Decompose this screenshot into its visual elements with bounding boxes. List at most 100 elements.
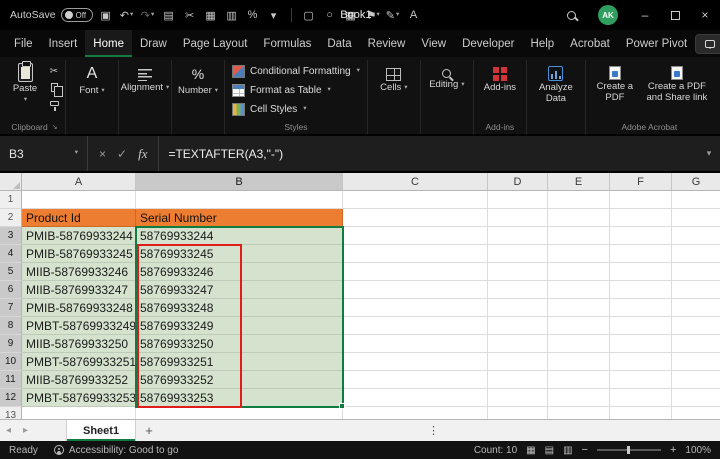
select-all-corner[interactable] [0, 173, 22, 191]
row-header-10[interactable]: 10 [0, 353, 22, 371]
cell-B9[interactable]: 58769933250 [136, 335, 343, 353]
row-4-cells[interactable] [343, 245, 720, 263]
row-12-cells[interactable] [343, 389, 720, 407]
column-header-C[interactable]: C [343, 173, 488, 191]
comments-button[interactable]: Comments [695, 34, 720, 54]
tab-draw[interactable]: Draw [132, 30, 175, 57]
cell-B13[interactable] [136, 407, 343, 419]
keyboard-qat-icon[interactable]: ▥ [224, 6, 240, 24]
row-6-cells[interactable] [343, 281, 720, 299]
add-ins-button[interactable]: Add-ins [477, 60, 523, 94]
font-button[interactable]: A Font▾ [69, 60, 115, 97]
row-header-11[interactable]: 11 [0, 371, 22, 389]
row-header-2[interactable]: 2 [0, 209, 22, 227]
accessibility-status[interactable]: Accessibility: Good to go [54, 445, 179, 456]
clipboard-qat-icon[interactable]: ▤ [161, 6, 177, 24]
row-header-5[interactable]: 5 [0, 263, 22, 281]
undo-icon[interactable]: ↶▾ [119, 6, 135, 24]
cell-A8[interactable]: PMBT-58769933249 [22, 317, 136, 335]
tab-formulas[interactable]: Formulas [255, 30, 319, 57]
normal-view-icon[interactable]: ▦ [526, 445, 535, 456]
row-1-cells[interactable] [343, 191, 720, 209]
zoom-level[interactable]: 100% [685, 445, 711, 456]
row-8-cells[interactable] [343, 317, 720, 335]
cell-B7[interactable]: 58769933248 [136, 299, 343, 317]
row-header-1[interactable]: 1 [0, 191, 22, 209]
create-pdf-share-button[interactable]: Create a PDF and Share link [644, 60, 710, 104]
paste-button[interactable]: Paste ▾ [7, 60, 43, 103]
tab-data[interactable]: Data [319, 30, 359, 57]
workbook-title-area[interactable]: Book1 ▾ [340, 9, 379, 21]
formula-input[interactable]: =TEXTAFTER(A3,"-") [159, 136, 698, 171]
sheet-nav-left-icon[interactable]: ◂ [0, 420, 17, 441]
row-10-cells[interactable] [343, 353, 720, 371]
cell-A12[interactable]: PMBT-58769933253 [22, 389, 136, 407]
format-painter-icon[interactable] [46, 97, 62, 110]
row-header-3[interactable]: 3 [0, 227, 22, 245]
tab-power-pivot[interactable]: Power Pivot [618, 30, 695, 57]
cell-styles-button[interactable]: Cell Styles ▾ [228, 100, 311, 119]
sheet-tab-options-icon[interactable]: ⋮ [428, 420, 439, 441]
redo-icon[interactable]: ↷▾ [140, 6, 156, 24]
row-header-8[interactable]: 8 [0, 317, 22, 335]
cell-A5[interactable]: MIIB-58769933246 [22, 263, 136, 281]
copy-icon[interactable] [46, 81, 62, 94]
column-header-F[interactable]: F [610, 173, 672, 191]
picture-qat-icon[interactable]: ▦ [203, 6, 219, 24]
cell-A7[interactable]: PMIB-58769933248 [22, 299, 136, 317]
analyze-data-button[interactable]: Analyze Data [530, 60, 582, 105]
cell-B4[interactable]: 58769933245 [136, 245, 343, 263]
page-break-view-icon[interactable]: ▥ [563, 445, 572, 456]
column-header-E[interactable]: E [548, 173, 610, 191]
percent-qat-icon[interactable]: % [245, 6, 261, 24]
row-11-cells[interactable] [343, 371, 720, 389]
tab-review[interactable]: Review [360, 30, 414, 57]
column-header-G[interactable]: G [672, 173, 720, 191]
row-header-4[interactable]: 4 [0, 245, 22, 263]
row-3-cells[interactable] [343, 227, 720, 245]
cancel-icon[interactable]: × [99, 147, 106, 161]
alignment-button[interactable]: Alignment▾ [122, 60, 168, 94]
tab-help[interactable]: Help [523, 30, 563, 57]
cell-A6[interactable]: MIIB-58769933247 [22, 281, 136, 299]
qat-overflow-icon[interactable]: ▾ [266, 6, 282, 24]
cell-B6[interactable]: 58769933247 [136, 281, 343, 299]
zoom-slider-thumb[interactable] [627, 446, 630, 454]
page-layout-view-icon[interactable]: ▤ [545, 445, 554, 456]
avatar[interactable]: AK [598, 5, 618, 25]
cells-button[interactable]: Cells▾ [371, 60, 417, 94]
fill-handle[interactable] [339, 403, 345, 409]
editing-button[interactable]: Editing▾ [424, 60, 470, 91]
cell-B10[interactable]: 58769933251 [136, 353, 343, 371]
insert-function-icon[interactable]: fx [138, 146, 147, 162]
cell-A13[interactable] [22, 407, 136, 419]
tab-page-layout[interactable]: Page Layout [175, 30, 256, 57]
row-7-cells[interactable] [343, 299, 720, 317]
row-header-12[interactable]: 12 [0, 389, 22, 407]
sheet-nav-right-icon[interactable]: ▸ [17, 420, 34, 441]
new-document-icon[interactable]: ▢ [301, 6, 317, 24]
globe-icon[interactable]: ○ [322, 6, 338, 24]
column-header-B[interactable]: B [136, 173, 343, 191]
formula-bar-expand-icon[interactable]: ▾ [698, 136, 720, 171]
row-header-6[interactable]: 6 [0, 281, 22, 299]
row-header-9[interactable]: 9 [0, 335, 22, 353]
conditional-formatting-button[interactable]: Conditional Formatting ▾ [228, 62, 364, 81]
cell-A10[interactable]: PMBT-58769933251 [22, 353, 136, 371]
cell-B3[interactable]: 58769933244 [136, 227, 343, 245]
zoom-out-button[interactable]: − [582, 444, 588, 456]
tab-file[interactable]: File [6, 30, 41, 57]
row-2-cells[interactable] [343, 209, 720, 227]
zoom-in-button[interactable]: + [670, 444, 676, 456]
cell-A4[interactable]: PMIB-58769933245 [22, 245, 136, 263]
cell-B8[interactable]: 58769933249 [136, 317, 343, 335]
save-icon[interactable]: ▣ [98, 6, 114, 24]
cell-A2[interactable]: Product Id [22, 209, 136, 227]
row-header-13[interactable]: 13 [0, 407, 22, 419]
tab-view[interactable]: View [413, 30, 454, 57]
tab-home[interactable]: Home [85, 30, 132, 57]
tab-developer[interactable]: Developer [454, 30, 522, 57]
row-header-7[interactable]: 7 [0, 299, 22, 317]
zoom-slider[interactable] [597, 449, 661, 451]
enter-icon[interactable]: ✓ [117, 147, 127, 161]
